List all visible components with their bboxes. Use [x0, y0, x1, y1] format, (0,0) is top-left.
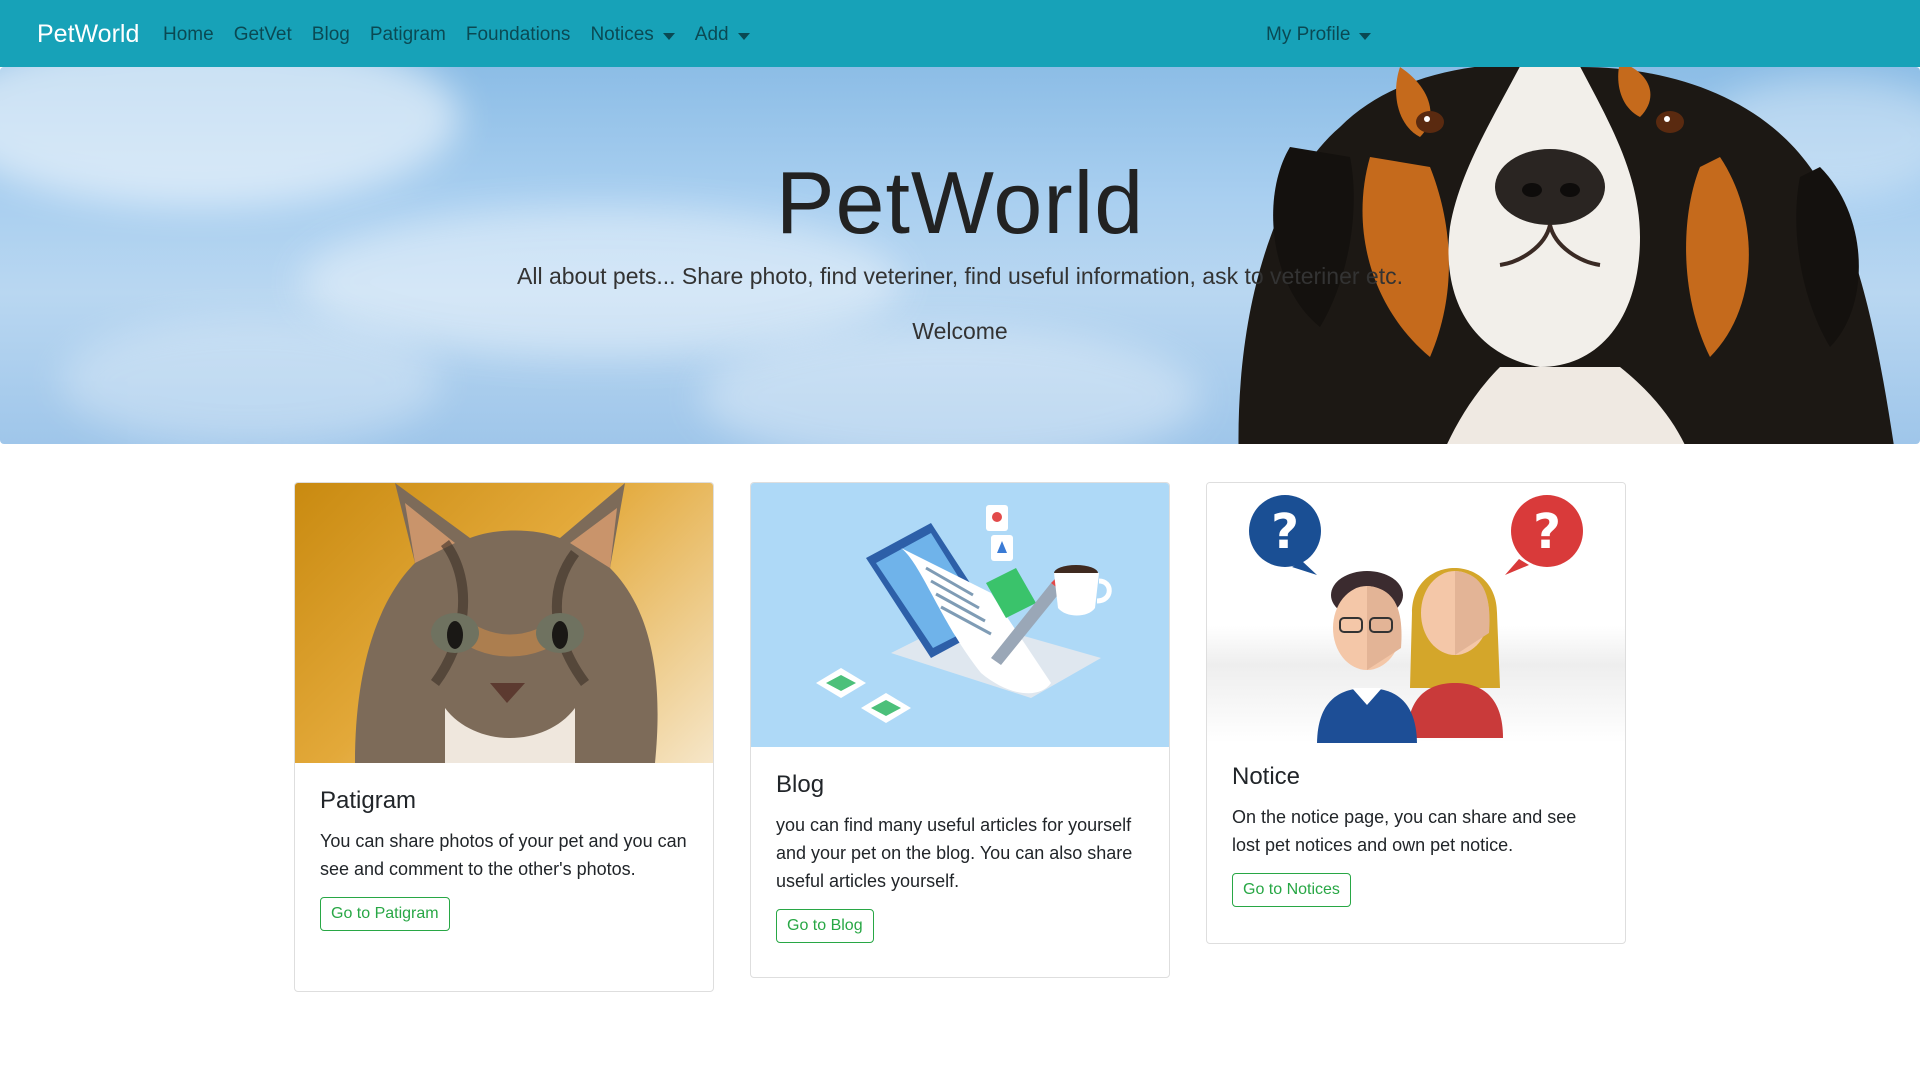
profile-dropdown[interactable]: My Profile	[1266, 24, 1372, 46]
profile-label: My Profile	[1266, 24, 1351, 45]
kitten-image	[295, 483, 713, 763]
go-to-blog-button[interactable]: Go to Blog	[776, 909, 874, 943]
card-title: Notice	[1232, 763, 1301, 790]
nav-patigram[interactable]: Patigram	[370, 24, 446, 46]
blog-card: Blog you can find many useful articles f…	[750, 482, 1170, 978]
go-to-notices-button[interactable]: Go to Notices	[1232, 873, 1351, 907]
card-text: You can share photos of your pet and you…	[320, 831, 687, 879]
dog-image	[1238, 67, 1894, 444]
kitten-illustration	[355, 483, 658, 763]
caret-down-icon	[737, 32, 750, 40]
laptop-illustration	[816, 505, 1112, 723]
svg-text:?: ?	[1533, 504, 1561, 560]
nav-home[interactable]: Home	[163, 24, 214, 46]
patigram-card: Patigram You can share photos of your pe…	[294, 482, 714, 992]
svg-text:?: ?	[1271, 504, 1299, 560]
hero-welcome: Welcome	[912, 318, 1008, 344]
notice-card: ? ? Notice On the notice page, you can s…	[1206, 482, 1626, 944]
caret-down-icon	[662, 32, 675, 40]
nav-getvet[interactable]: GetVet	[234, 24, 292, 46]
card-text: On the notice page, you can share and se…	[1232, 807, 1577, 855]
nav-notices-dropdown[interactable]: Notices	[590, 24, 675, 46]
nav-blog[interactable]: Blog	[312, 24, 350, 46]
card-text: you can find many useful articles for yo…	[776, 815, 1133, 891]
nav-add-dropdown[interactable]: Add	[695, 24, 750, 46]
hero-title: PetWorld	[775, 153, 1145, 252]
notice-image: ? ?	[1207, 483, 1625, 743]
hero-subtitle: All about pets... Share photo, find vete…	[517, 263, 1403, 289]
hero-jumbotron: PetWorld All about pets... Share photo, …	[0, 67, 1920, 444]
caret-down-icon	[1359, 32, 1372, 40]
nav-links: Home GetVet Blog Patigram Foundations No…	[163, 24, 770, 46]
nav-notices-label: Notices	[590, 24, 654, 45]
top-navbar: PetWorld Home GetVet Blog Patigram Found…	[0, 0, 1920, 67]
go-to-patigram-button[interactable]: Go to Patigram	[320, 897, 450, 931]
blog-image	[751, 483, 1169, 747]
card-title: Blog	[776, 771, 825, 798]
people-question-illustration: ? ?	[1249, 495, 1583, 743]
card-title: Patigram	[320, 787, 417, 814]
nav-foundations[interactable]: Foundations	[466, 24, 571, 46]
nav-add-label: Add	[694, 24, 729, 45]
brand-logo[interactable]: PetWorld	[37, 20, 139, 49]
